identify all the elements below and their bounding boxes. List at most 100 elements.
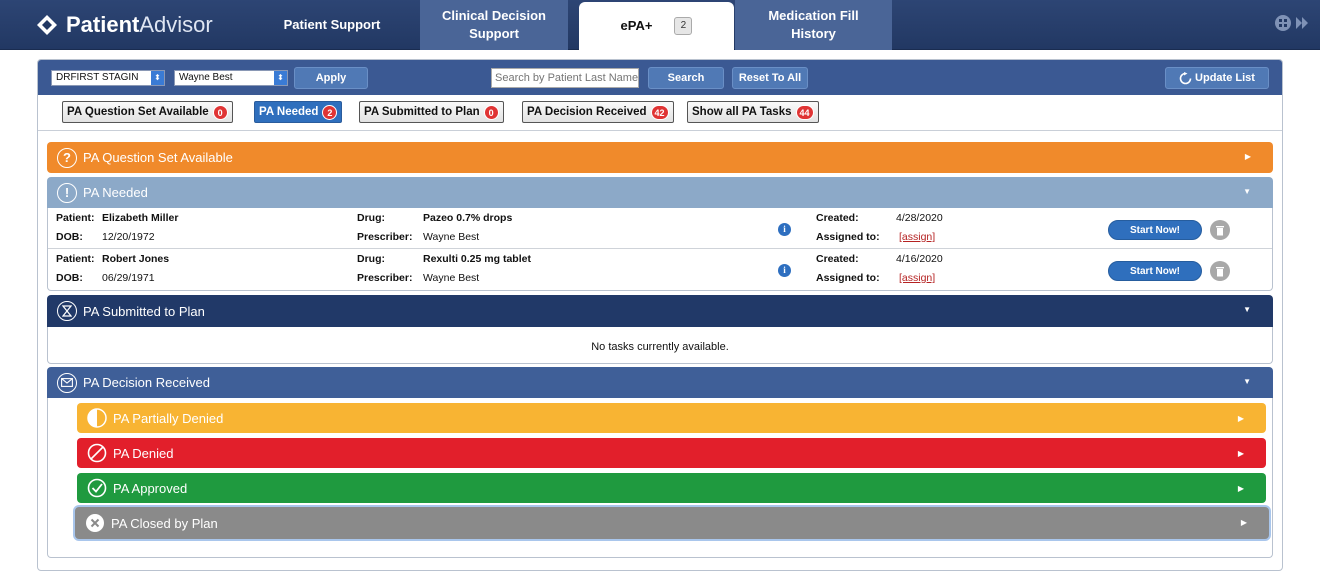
hourglass-glyph-icon	[62, 305, 72, 317]
drug-value: Rexulti 0.25 mg tablet	[423, 253, 531, 265]
assign-link[interactable]: [assign]	[899, 231, 935, 243]
prescriber-value: Wayne Best	[423, 272, 480, 284]
section-question-set-header[interactable]: ? PA Question Set Available ▶	[47, 142, 1273, 173]
info-icon[interactable]: i	[778, 223, 791, 236]
filter-show-all[interactable]: Show all PA Tasks 44	[687, 101, 819, 123]
start-now-button[interactable]: Start Now!	[1108, 220, 1202, 240]
section-title: PA Needed	[83, 185, 148, 200]
tab-clinical-line2: Support	[469, 26, 519, 41]
select-arrows-icon: ⬍	[151, 71, 164, 85]
prescriber-label: Prescriber:	[357, 231, 413, 243]
tab-epa[interactable]: ePA+ 2	[579, 2, 734, 50]
filter-decision-received[interactable]: PA Decision Received 42	[522, 101, 674, 123]
tab-epa-count: 2	[674, 17, 693, 35]
prescriber-label: Prescriber:	[357, 272, 413, 284]
filter-label: Show all PA Tasks	[692, 106, 792, 118]
empty-state-message: No tasks currently available.	[591, 341, 729, 353]
dob-value: 12/20/1972	[102, 231, 155, 243]
subsection-partially-denied[interactable]: PA Partially Denied ▶	[77, 403, 1266, 433]
subsection-denied[interactable]: PA Denied ▶	[77, 438, 1266, 468]
filter-label: PA Needed	[259, 106, 319, 118]
chevron-right-icon: ▶	[1237, 449, 1244, 458]
assigned-label: Assigned to:	[816, 272, 880, 284]
user-select[interactable]: Wayne Best ⬍	[174, 70, 288, 86]
update-list-button[interactable]: Update List	[1165, 67, 1269, 89]
tab-patient-support[interactable]: Patient Support	[262, 0, 402, 50]
patient-name: Elizabeth Miller	[102, 212, 179, 224]
logo-diamond-icon	[37, 15, 57, 35]
assign-link[interactable]: [assign]	[899, 272, 935, 284]
close-circle-icon	[86, 514, 104, 532]
section-title: PA Question Set Available	[83, 150, 233, 165]
section-needed-header[interactable]: ! PA Needed ▼	[47, 177, 1273, 208]
created-value: 4/28/2020	[896, 212, 943, 224]
brand-name-light: Advisor	[139, 12, 213, 37]
tab-epa-label: ePA+	[620, 18, 653, 33]
envelope-glyph-icon	[61, 378, 73, 387]
tab-patient-support-label: Patient Support	[283, 17, 381, 32]
chevron-right-icon: ▶	[1237, 414, 1244, 423]
submitted-task-list: No tasks currently available.	[47, 327, 1273, 364]
subsection-title: PA Partially Denied	[113, 410, 224, 426]
subsection-title: PA Denied	[113, 445, 174, 461]
chevron-down-icon: ▼	[1243, 187, 1251, 196]
dob-label: DOB:	[56, 272, 83, 284]
tab-clinical-line1: Clinical Decision	[441, 8, 547, 23]
filter-bar: PA Question Set Available 0 PA Needed 2 PA…	[38, 95, 1282, 131]
dob-label: DOB:	[56, 231, 83, 243]
prohibited-icon	[87, 443, 107, 463]
org-select[interactable]: DRFIRST STAGIN ⬍	[51, 70, 165, 86]
update-list-label: Update List	[1195, 72, 1255, 84]
select-arrows-icon: ⬍	[274, 71, 287, 85]
subsection-approved[interactable]: PA Approved ▶	[77, 473, 1266, 503]
filter-submitted[interactable]: PA Submitted to Plan 0	[359, 101, 504, 123]
start-now-button[interactable]: Start Now!	[1108, 261, 1202, 281]
top-nav: Patient Advisor Patient Support Clinical …	[0, 0, 1320, 50]
collapse-arrows-icon[interactable]	[1294, 14, 1310, 32]
subsection-title: PA Approved	[113, 480, 188, 496]
envelope-icon	[57, 372, 77, 393]
chevron-right-icon: ▶	[1244, 152, 1251, 161]
tab-medication-label: Medication Fill History	[768, 7, 858, 43]
app-logo[interactable]: Patient Advisor	[36, 10, 213, 40]
brand-name-strong: Patient	[66, 12, 140, 37]
section-submitted-header[interactable]: PA Submitted to Plan ▼	[47, 295, 1273, 327]
trash-icon[interactable]	[1210, 261, 1230, 281]
filter-question-set[interactable]: PA Question Set Available 0	[62, 101, 233, 123]
search-button[interactable]: Search	[648, 67, 724, 89]
filter-label: PA Decision Received	[527, 106, 647, 118]
question-icon: ?	[57, 147, 77, 168]
half-circle-icon	[87, 408, 107, 428]
drug-label: Drug:	[357, 253, 385, 265]
created-value: 4/16/2020	[896, 253, 943, 265]
reset-button[interactable]: Reset To All	[732, 67, 808, 89]
tab-clinical-decision-support[interactable]: Clinical Decision Support	[420, 0, 568, 50]
patient-label: Patient:	[56, 212, 95, 224]
refresh-icon	[1179, 71, 1192, 84]
filter-pa-needed[interactable]: PA Needed 2	[254, 101, 343, 123]
chevron-right-icon: ▶	[1237, 484, 1244, 493]
org-select-value: DRFIRST STAGIN	[56, 72, 139, 83]
toolbar: DRFIRST STAGIN ⬍ Wayne Best ⬍ Apply Sear…	[38, 60, 1282, 95]
count-badge: 42	[650, 104, 669, 120]
subsection-closed-by-plan[interactable]: PA Closed by Plan ▶	[75, 507, 1269, 539]
tab-medication-line2: History	[791, 26, 836, 41]
tab-clinical-decision-label: Clinical Decision Support	[442, 7, 546, 43]
patient-name: Robert Jones	[102, 253, 170, 265]
created-label: Created:	[816, 212, 859, 224]
tab-medication-fill-history[interactable]: Medication Fill History	[735, 0, 892, 50]
section-title: PA Submitted to Plan	[83, 303, 205, 319]
apps-icon[interactable]	[1274, 14, 1292, 32]
info-icon[interactable]: i	[778, 264, 791, 277]
trash-icon[interactable]	[1210, 220, 1230, 240]
count-badge: 44	[795, 104, 814, 120]
prescriber-value: Wayne Best	[423, 231, 480, 243]
task-row: Patient: Elizabeth Miller DOB: 12/20/197…	[48, 208, 1272, 249]
patient-search-input[interactable]	[491, 68, 639, 88]
apply-button[interactable]: Apply	[294, 67, 368, 89]
chevron-down-icon: ▼	[1243, 377, 1251, 386]
nav-icons	[1274, 14, 1310, 32]
user-select-value: Wayne Best	[179, 72, 233, 83]
count-badge: 2	[322, 104, 338, 120]
section-decision-header[interactable]: PA Decision Received ▼	[47, 367, 1273, 398]
